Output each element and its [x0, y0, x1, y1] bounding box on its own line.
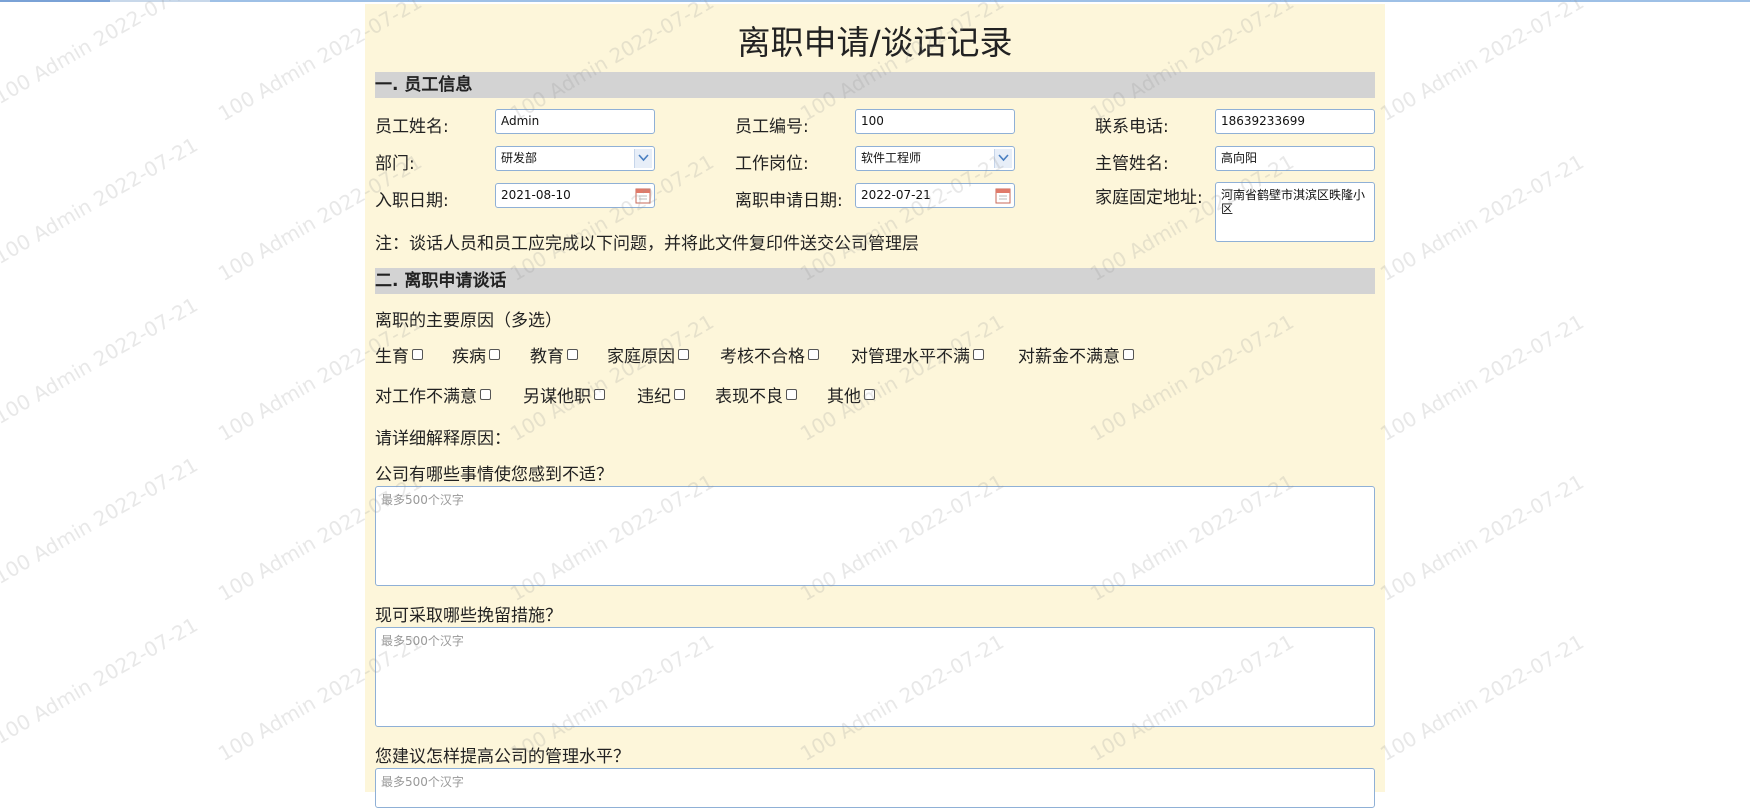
chevron-down-icon — [994, 149, 1012, 168]
section-heading-text: 一. 员工信息 — [375, 75, 473, 95]
department-label: 部门: — [375, 154, 415, 174]
checkbox[interactable] — [1123, 349, 1134, 360]
reason-label: 违纪 — [637, 387, 671, 407]
question-3: 您建议怎样提高公司的管理水平？ — [375, 747, 630, 767]
reason-checkbox-item[interactable]: 教育 — [530, 342, 578, 367]
reason-label: 其他 — [827, 387, 861, 407]
reason-label: 表现不良 — [715, 387, 783, 407]
page-title: 离职申请/谈话记录 — [737, 23, 1013, 62]
reasons-title: 离职的主要原因（多选） — [375, 311, 562, 331]
calendar-icon[interactable] — [635, 187, 651, 204]
reason-checkbox-item[interactable]: 对薪金不满意 — [1018, 342, 1134, 367]
hire-date-value: 2021-08-10 — [501, 188, 571, 202]
address-label: 家庭固定地址: — [1095, 188, 1203, 208]
question-1-textarea[interactable]: 最多500个汉字 — [375, 486, 1375, 586]
phone-input[interactable]: 18639233699 — [1215, 109, 1375, 134]
tab-indicator — [0, 0, 110, 2]
watermark: 100 Admin 2022-07-21 — [0, 452, 202, 589]
reason-label: 疾病 — [452, 347, 486, 367]
reason-label: 考核不合格 — [720, 347, 805, 367]
reason-checkbox-item[interactable]: 违纪 — [637, 382, 685, 407]
reason-checkbox-item[interactable]: 生育 — [375, 342, 423, 367]
instruction-note: 注：谈话人员和员工应完成以下问题，并将此文件复印件送交公司管理层 — [375, 234, 919, 254]
checkbox[interactable] — [678, 349, 689, 360]
top-tab-strip — [0, 0, 1750, 2]
manager-input[interactable]: 高向阳 — [1215, 146, 1375, 171]
apply-date-label: 离职申请日期: — [735, 191, 843, 211]
checkbox[interactable] — [412, 349, 423, 360]
question-1: 公司有哪些事情使您感到不适？ — [375, 465, 613, 485]
checkbox[interactable] — [489, 349, 500, 360]
reason-checkbox-item[interactable]: 对管理水平不满 — [851, 342, 984, 367]
reason-label: 对管理水平不满 — [851, 347, 970, 367]
reason-checkbox-item[interactable]: 另谋他职 — [523, 382, 605, 407]
apply-date-input[interactable]: 2022-07-21 — [855, 183, 1015, 208]
hire-date-label: 入职日期: — [375, 191, 449, 211]
position-select-value: 软件工程师 — [861, 151, 922, 165]
reason-label: 教育 — [530, 347, 564, 367]
reason-checkbox-item[interactable]: 疾病 — [452, 342, 500, 367]
section-heading-employee-info: 一. 员工信息 — [375, 72, 1375, 98]
position-select[interactable]: 软件工程师 — [855, 146, 1015, 171]
reason-checkbox-item[interactable]: 表现不良 — [715, 382, 797, 407]
apply-date-value: 2022-07-21 — [861, 188, 931, 202]
watermark: 100 Admin 2022-07-21 — [0, 292, 202, 429]
watermark: 100 Admin 2022-07-21 — [0, 132, 202, 269]
checkbox[interactable] — [786, 389, 797, 400]
reason-label: 另谋他职 — [523, 387, 591, 407]
employee-name-input[interactable]: Admin — [495, 109, 655, 134]
reason-checkbox-item[interactable]: 考核不合格 — [720, 342, 819, 367]
watermark: 100 Admin 2022-07-21 — [1376, 469, 1588, 606]
chevron-down-icon — [634, 149, 652, 168]
checkbox[interactable] — [674, 389, 685, 400]
checkbox[interactable] — [480, 389, 491, 400]
question-2: 现可采取哪些挽留措施？ — [375, 606, 562, 626]
manager-label: 主管姓名: — [1095, 154, 1169, 174]
watermark: 100 Admin 2022-07-21 — [0, 0, 202, 109]
employee-id-label: 员工编号: — [735, 117, 809, 137]
reason-label: 家庭原因 — [607, 347, 675, 367]
reason-label: 对工作不满意 — [375, 387, 477, 407]
question-3-textarea[interactable]: 最多500个汉字 — [375, 768, 1375, 808]
section-heading-text: 二. 离职申请谈话 — [375, 271, 507, 291]
reason-label: 生育 — [375, 347, 409, 367]
checkbox[interactable] — [594, 389, 605, 400]
reason-checkbox-item[interactable]: 家庭原因 — [607, 342, 689, 367]
watermark: 100 Admin 2022-07-21 — [1376, 309, 1588, 446]
department-select[interactable]: 研发部 — [495, 146, 655, 171]
section-heading-resignation-talk: 二. 离职申请谈话 — [375, 268, 1375, 294]
question-2-textarea[interactable]: 最多500个汉字 — [375, 627, 1375, 727]
employee-name-label: 员工姓名: — [375, 117, 449, 137]
tab-indicator — [210, 0, 1750, 2]
explain-label: 请详细解释原因： — [375, 429, 511, 449]
watermark: 100 Admin 2022-07-21 — [1376, 0, 1588, 126]
address-textarea[interactable]: 河南省鹤壁市淇滨区昳隆小区 — [1215, 182, 1375, 242]
reason-checkbox-item[interactable]: 其他 — [827, 382, 875, 407]
reason-checkbox-item[interactable]: 对工作不满意 — [375, 382, 491, 407]
watermark: 100 Admin 2022-07-21 — [0, 612, 202, 749]
checkbox[interactable] — [973, 349, 984, 360]
form-panel: 离职申请/谈话记录 一. 员工信息 员工姓名: Admin 员工编号: 100 … — [365, 4, 1385, 808]
employee-id-input[interactable]: 100 — [855, 109, 1015, 134]
checkbox[interactable] — [808, 349, 819, 360]
phone-label: 联系电话: — [1095, 117, 1169, 137]
watermark: 100 Admin 2022-07-21 — [1376, 149, 1588, 286]
checkbox[interactable] — [567, 349, 578, 360]
reason-label: 对薪金不满意 — [1018, 347, 1120, 367]
watermark: 100 Admin 2022-07-21 — [1376, 629, 1588, 766]
department-select-value: 研发部 — [501, 151, 538, 165]
calendar-icon[interactable] — [995, 187, 1011, 204]
checkbox[interactable] — [864, 389, 875, 400]
hire-date-input[interactable]: 2021-08-10 — [495, 183, 655, 208]
position-label: 工作岗位: — [735, 154, 809, 174]
